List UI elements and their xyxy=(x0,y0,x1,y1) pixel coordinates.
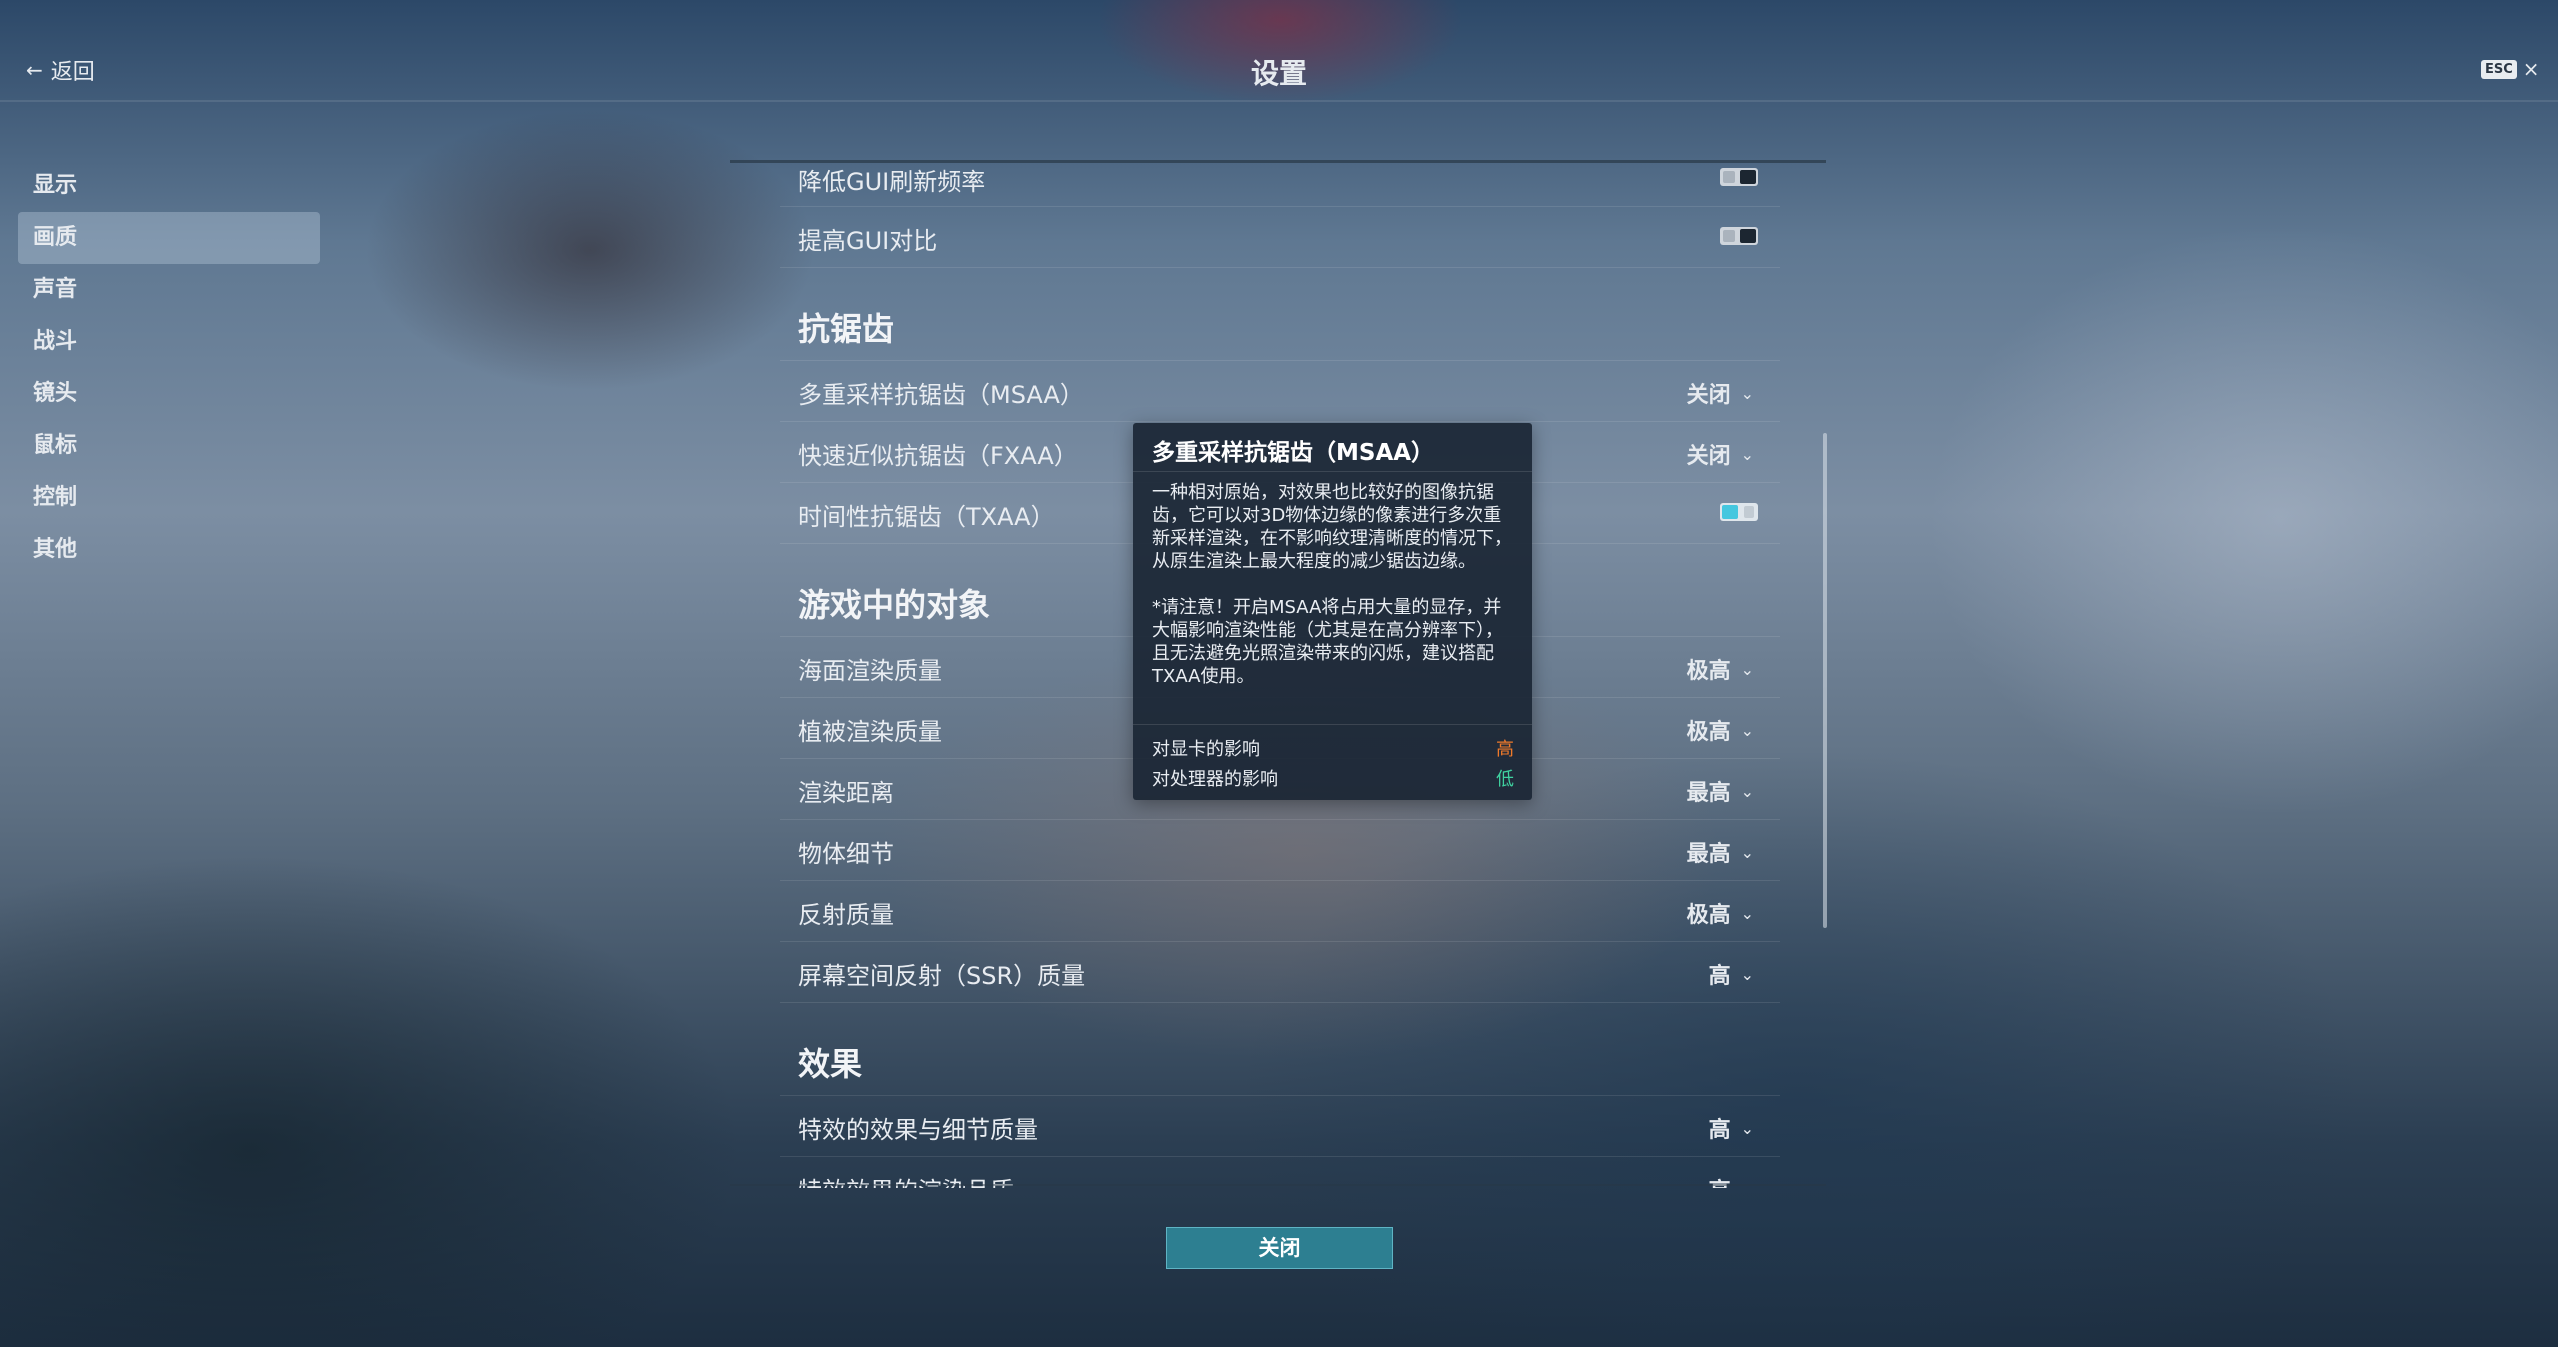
sidebar-item-camera[interactable]: 镜头 xyxy=(18,368,320,420)
setting-label: 提高GUI对比 xyxy=(798,227,938,255)
setting-row-reflection-quality: 反射质量 极高 ⌄ xyxy=(780,881,1780,942)
close-icon: × xyxy=(2522,57,2540,81)
esc-close-button[interactable]: ESC × xyxy=(2481,57,2540,81)
dropdown-select[interactable]: 极高 ⌄ xyxy=(1687,897,1754,929)
msaa-tooltip: 多重采样抗锯齿（MSAA） 一种相对原始，对效果也比较好的图像抗锯齿，它可以对3… xyxy=(1133,423,1532,800)
chevron-down-icon: ⌄ xyxy=(1740,842,1754,862)
section-title: 抗锯齿 xyxy=(798,310,895,348)
dropdown-value: 极高 xyxy=(1686,659,1731,684)
setting-label: 植被渲染质量 xyxy=(798,718,942,746)
chevron-down-icon: ⌄ xyxy=(1740,903,1754,923)
gpu-impact-row: 对显卡的影响 高 xyxy=(1152,735,1514,761)
chevron-down-icon: ⌄ xyxy=(1740,720,1754,740)
page-title: 设置 xyxy=(1250,57,1307,90)
sidebar-item-mouse[interactable]: 鼠标 xyxy=(18,420,320,472)
settings-sidebar: 显示 画质 声音 战斗 镜头 鼠标 控制 其他 xyxy=(18,160,320,576)
tooltip-title: 多重采样抗锯齿（MSAA） xyxy=(1152,440,1435,466)
tooltip-divider xyxy=(1133,724,1532,725)
chevron-down-icon: ⌄ xyxy=(1740,964,1754,984)
sidebar-item-sound[interactable]: 声音 xyxy=(18,264,320,316)
dropdown-value: 极高 xyxy=(1686,903,1731,928)
dropdown-value: 最高 xyxy=(1686,781,1731,806)
tooltip-divider xyxy=(1133,471,1532,472)
dropdown-value: 最高 xyxy=(1686,842,1731,867)
chevron-down-icon: ⌄ xyxy=(1740,659,1754,679)
close-button[interactable]: 关闭 xyxy=(1166,1227,1393,1269)
setting-label: 降低GUI刷新频率 xyxy=(798,168,986,196)
setting-row-effects-detail: 特效的效果与细节质量 高 ⌄ xyxy=(780,1096,1780,1157)
toggle-switch[interactable] xyxy=(1720,168,1758,186)
setting-row-object-detail: 物体细节 最高 ⌄ xyxy=(780,820,1780,881)
setting-row-reduce-gui-refresh: 降低GUI刷新频率 xyxy=(780,160,1780,207)
tooltip-warning: *请注意！开启MSAA将占用大量的显存，并大幅影响渲染性能（尤其是在高分辨率下）… xyxy=(1152,597,1503,687)
chevron-down-icon: ⌄ xyxy=(1740,781,1754,801)
setting-label: 屏幕空间反射（SSR）质量 xyxy=(798,962,1086,990)
dropdown-value: 关闭 xyxy=(1686,383,1731,408)
scrollbar-thumb[interactable] xyxy=(1823,433,1827,928)
cpu-impact-row: 对处理器的影响 低 xyxy=(1152,765,1514,791)
setting-label: 快速近似抗锯齿（FXAA） xyxy=(798,442,1078,470)
dropdown-select[interactable]: 最高 ⌄ xyxy=(1687,775,1754,807)
header-bar: ← 返回 设置 ESC × xyxy=(0,0,2558,100)
setting-label: 时间性抗锯齿（TXAA） xyxy=(798,503,1055,531)
section-effects: 效果 xyxy=(780,1003,1780,1096)
gpu-impact-label: 对显卡的影响 xyxy=(1152,739,1260,760)
dropdown-select[interactable]: 高 ⌄ xyxy=(1709,958,1754,990)
sidebar-item-display[interactable]: 显示 xyxy=(18,160,320,212)
section-title: 效果 xyxy=(798,1045,863,1083)
setting-row-ssr-quality: 屏幕空间反射（SSR）质量 高 ⌄ xyxy=(780,942,1780,1003)
dropdown-select[interactable]: 极高 ⌄ xyxy=(1687,714,1754,746)
chevron-down-icon: ⌄ xyxy=(1740,1118,1754,1138)
toggle-switch[interactable] xyxy=(1720,503,1758,521)
setting-label: 渲染距离 xyxy=(798,779,894,807)
tooltip-description: 一种相对原始，对效果也比较好的图像抗锯齿，它可以对3D物体边缘的像素进行多次重新… xyxy=(1152,482,1512,572)
chevron-down-icon: ⌄ xyxy=(1740,444,1754,464)
setting-label: 反射质量 xyxy=(798,901,894,929)
setting-label: 多重采样抗锯齿（MSAA） xyxy=(798,381,1084,409)
setting-row-gui-contrast: 提高GUI对比 xyxy=(780,207,1780,268)
sidebar-item-graphics[interactable]: 画质 xyxy=(18,212,320,264)
dropdown-value: 极高 xyxy=(1686,720,1731,745)
section-title: 游戏中的对象 xyxy=(798,586,991,624)
dropdown-select[interactable]: 高 ⌄ xyxy=(1709,1112,1754,1144)
dropdown-value: 关闭 xyxy=(1686,444,1731,469)
sidebar-item-other[interactable]: 其他 xyxy=(18,524,320,576)
header-divider xyxy=(0,100,2558,102)
setting-row-msaa: 多重采样抗锯齿（MSAA） 关闭 ⌄ xyxy=(780,361,1780,422)
section-antialiasing: 抗锯齿 xyxy=(780,268,1780,361)
sidebar-item-controls[interactable]: 控制 xyxy=(18,472,320,524)
dropdown-value: 高 xyxy=(1708,964,1731,989)
cpu-impact-label: 对处理器的影响 xyxy=(1152,769,1278,790)
esc-key-badge: ESC xyxy=(2481,59,2517,79)
sidebar-item-battle[interactable]: 战斗 xyxy=(18,316,320,368)
toggle-switch[interactable] xyxy=(1720,227,1758,245)
dropdown-select[interactable]: 关闭 ⌄ xyxy=(1687,377,1754,409)
panel-bottom-divider xyxy=(730,1184,1826,1186)
setting-label: 特效的效果与细节质量 xyxy=(798,1116,1038,1144)
chevron-down-icon: ⌄ xyxy=(1740,383,1754,403)
dropdown-select[interactable]: 关闭 ⌄ xyxy=(1687,438,1754,470)
dropdown-select[interactable]: 最高 ⌄ xyxy=(1687,836,1754,868)
setting-label: 物体细节 xyxy=(798,840,894,868)
setting-label: 海面渲染质量 xyxy=(798,657,942,685)
dropdown-value: 高 xyxy=(1708,1118,1731,1143)
dropdown-select[interactable]: 极高 ⌄ xyxy=(1687,653,1754,685)
tooltip-body: 一种相对原始，对效果也比较好的图像抗锯齿，它可以对3D物体边缘的像素进行多次重新… xyxy=(1152,481,1514,711)
gpu-impact-value: 高 xyxy=(1496,739,1514,760)
cpu-impact-value: 低 xyxy=(1496,769,1514,790)
